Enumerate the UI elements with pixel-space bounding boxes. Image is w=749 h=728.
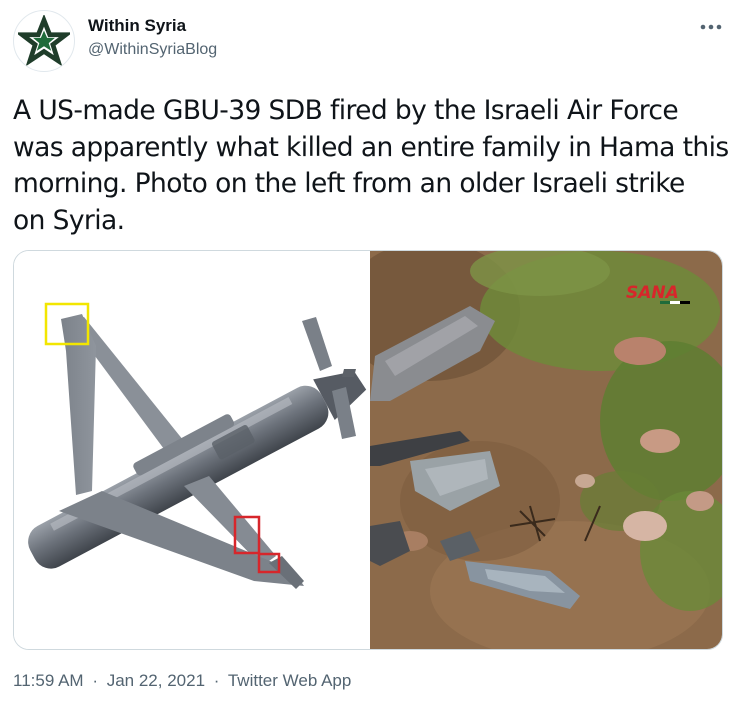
bomb-render-illustration	[28, 302, 367, 589]
more-horizontal-icon	[700, 24, 722, 30]
tweet-text: A US-made GBU-39 SDB fired by the Israel…	[13, 93, 735, 239]
tweet-source-app[interactable]: Twitter Web App	[228, 671, 351, 690]
tweet-text-line: A US-made GBU-39 SDB fired by the Israel…	[13, 95, 679, 126]
tweet-text-line: morning. Photo on the left from an older…	[13, 168, 685, 199]
more-options-button[interactable]	[694, 14, 728, 40]
media-image-debris-photo[interactable]: SANA	[370, 251, 722, 649]
author-handle[interactable]: @WithinSyriaBlog	[88, 41, 217, 59]
tweet-text-line: on Syria.	[13, 204, 125, 236]
media-image-bomb-render[interactable]	[14, 251, 368, 649]
meta-separator: ·	[213, 671, 220, 690]
star-logo-icon	[18, 15, 70, 67]
avatar[interactable]	[13, 10, 75, 72]
tweet-card: Within Syria @WithinSyriaBlog A US-made …	[0, 0, 749, 728]
svg-text:SANA: SANA	[626, 283, 679, 303]
tweet-time[interactable]: 11:59 AM	[13, 671, 84, 690]
author-display-name[interactable]: Within Syria	[88, 16, 186, 36]
meta-separator: ·	[92, 671, 98, 690]
debris-photo-illustration: SANA	[370, 251, 722, 649]
tweet-date[interactable]: Jan 22, 2021	[107, 671, 205, 690]
tweet-metadata: 11:59 AM · Jan 22, 2021 · Twitter Web Ap…	[13, 671, 355, 691]
tweet-text-line: was apparently what killed an entire fam…	[13, 131, 729, 163]
tweet-media[interactable]: SANA	[13, 250, 723, 650]
